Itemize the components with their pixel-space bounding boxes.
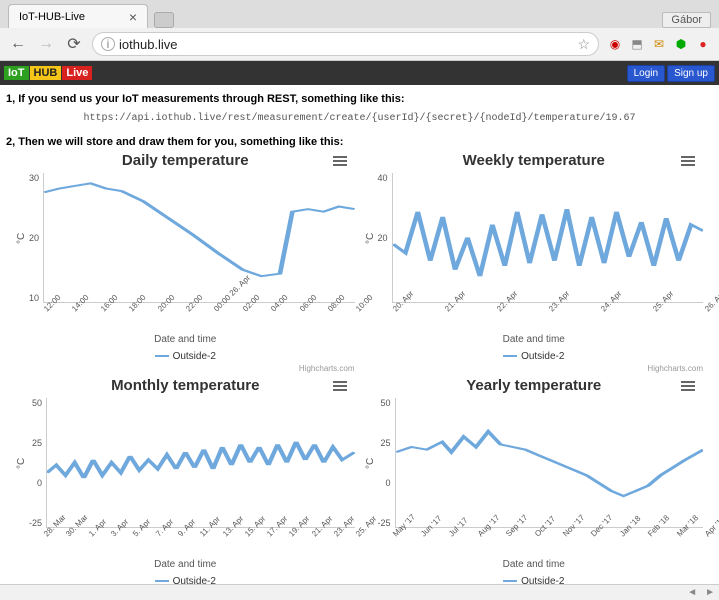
x-axis-label: Date and time [365,334,704,345]
legend-swatch [503,355,517,357]
chart-weekly: Weekly temperature °C 40 20 20. Apr 21. … [365,152,704,373]
chart-yearly: Yearly temperature °C 50 25 0 -25 May '1… [365,377,704,587]
x-axis-ticks: May '17 Jun '17 Jul '17 Aug '17 Sep '17 … [391,528,704,541]
legend-swatch [155,580,169,582]
tab-title: IoT-HUB-Live [19,11,85,23]
logo[interactable]: IoT HUB Live [4,66,92,80]
scroll-left-icon[interactable]: ◄ [683,587,701,598]
chart-menu-icon[interactable] [681,156,695,166]
site-info-icon[interactable]: i [101,37,115,51]
chart-credit[interactable]: Highcharts.com [365,364,704,373]
extension-icon[interactable]: ⬢ [673,36,689,52]
logo-live: Live [62,66,92,80]
x-axis-label: Date and time [16,334,355,345]
legend-swatch [155,355,169,357]
chart-plot-area[interactable] [392,173,703,303]
tab-bar: IoT-HUB-Live × Gábor [0,0,719,28]
chart-plot-area[interactable] [43,173,354,303]
chart-plot-area[interactable] [46,398,354,528]
chart-credit[interactable]: Highcharts.com [16,364,355,373]
api-example-code: https://api.iothub.live/rest/measurement… [6,109,713,132]
status-bar: ◄ ► [0,584,719,600]
reload-icon[interactable]: ⟳ [64,34,84,54]
intro-line-1: 1, If you send us your IoT measurements … [6,93,713,105]
chart-daily: Daily temperature °C 30 20 10 12:00 14:0… [16,152,355,373]
profile-badge[interactable]: Gábor [662,12,711,28]
chart-title: Monthly temperature [16,377,355,394]
y-axis-label: °C [16,398,27,528]
chart-monthly: Monthly temperature °C 50 25 0 -25 28. M… [16,377,355,587]
extension-icon[interactable]: ◉ [607,36,623,52]
x-axis-ticks: 28. Mar 30. Mar 1. Apr 3. Apr 5. Apr 7. … [42,528,355,541]
login-button[interactable]: Login [627,65,665,82]
chart-title: Yearly temperature [365,377,704,394]
y-axis-ticks: 50 25 0 -25 [378,398,395,528]
logo-iot: IoT [4,66,29,80]
extension-icon[interactable]: ✉ [651,36,667,52]
x-axis-ticks: 12:00 14:00 16:00 18:00 20:00 22:00 00:0… [42,303,355,316]
logo-hub: HUB [30,66,62,80]
scroll-right-icon[interactable]: ► [701,587,719,598]
signup-button[interactable]: Sign up [667,65,715,82]
browser-tab[interactable]: IoT-HUB-Live × [8,4,148,28]
chart-title: Weekly temperature [365,152,704,169]
close-icon[interactable]: × [129,9,137,25]
page-content: 1, If you send us your IoT measurements … [0,85,719,587]
forward-icon[interactable]: → [36,35,56,53]
bookmark-icon[interactable]: ☆ [577,36,590,53]
extension-icon[interactable]: ⬒ [629,36,645,52]
browser-toolbar: ← → ⟳ i iothub.live ☆ ◉ ⬒ ✉ ⬢ ● [0,28,719,60]
legend-swatch [503,580,517,582]
chart-menu-icon[interactable] [333,381,347,391]
browser-chrome: IoT-HUB-Live × Gábor ← → ⟳ i iothub.live… [0,0,719,61]
y-axis-ticks: 40 20 [378,173,392,303]
y-axis-label: °C [16,173,27,303]
x-axis-label: Date and time [365,559,704,570]
x-axis-label: Date and time [16,559,355,570]
chart-legend[interactable]: Outside-2 [16,351,355,362]
y-axis-label: °C [365,173,376,303]
y-axis-label: °C [365,398,376,528]
chart-legend[interactable]: Outside-2 [365,351,704,362]
chart-menu-icon[interactable] [333,156,347,166]
extensions: ◉ ⬒ ✉ ⬢ ● [607,36,711,52]
chart-menu-icon[interactable] [681,381,695,391]
chart-plot-area[interactable] [395,398,703,528]
address-bar[interactable]: i iothub.live ☆ [92,32,599,56]
extension-icon[interactable]: ● [695,36,711,52]
y-axis-ticks: 50 25 0 -25 [29,398,46,528]
chart-title: Daily temperature [16,152,355,169]
x-axis-ticks: 20. Apr 21. Apr 22. Apr 23. Apr 24. Apr … [391,303,704,316]
new-tab-button[interactable] [154,12,174,28]
page-header: IoT HUB Live Login Sign up [0,61,719,85]
chart-grid: Daily temperature °C 30 20 10 12:00 14:0… [6,152,713,587]
back-icon[interactable]: ← [8,35,28,53]
y-axis-ticks: 30 20 10 [29,173,43,303]
url-text: iothub.live [119,37,577,52]
intro-line-2: 2, Then we will store and draw them for … [6,136,713,148]
